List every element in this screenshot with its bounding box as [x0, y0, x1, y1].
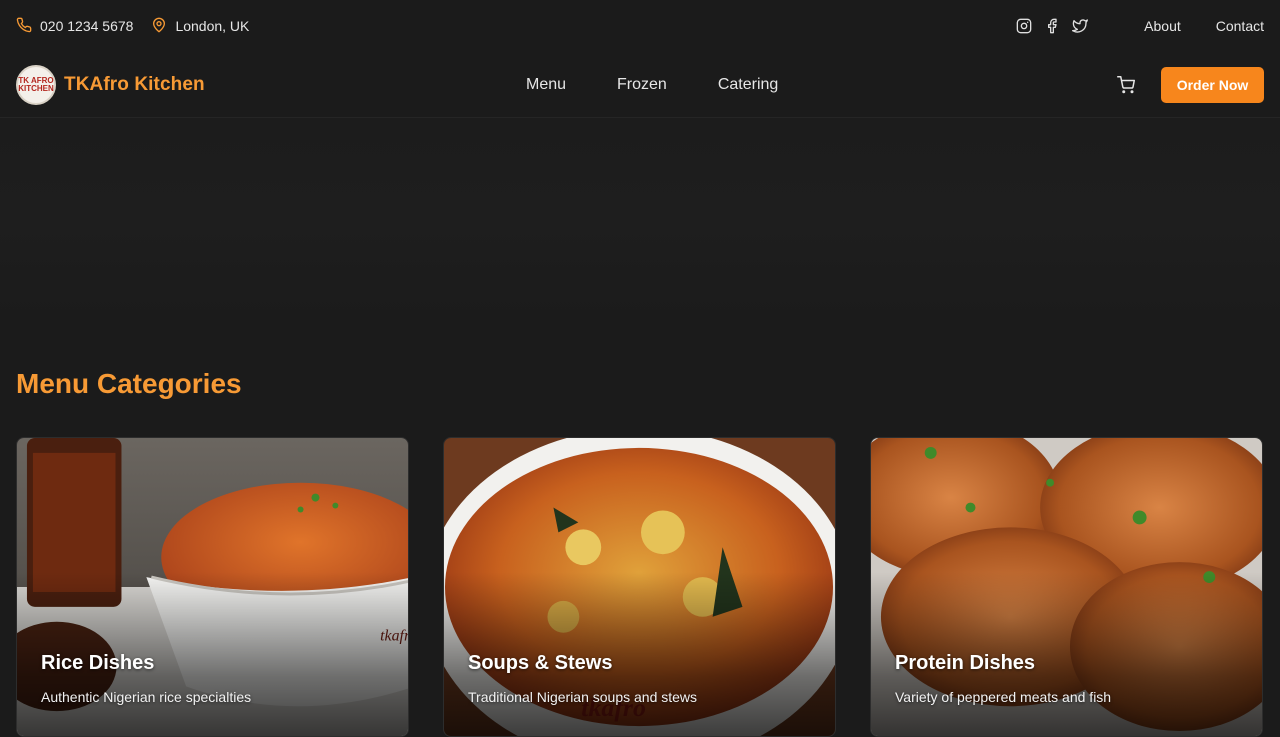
nav-item-frozen[interactable]: Frozen	[617, 76, 667, 94]
nav-item-catering[interactable]: Catering	[718, 76, 778, 94]
card-title: Soups & Stews	[468, 652, 613, 674]
brand[interactable]: TK AFRO KITCHEN TKAfro Kitchen	[16, 65, 205, 105]
topbar-right: About Contact	[1016, 18, 1264, 34]
main-navbar: TK AFRO KITCHEN TKAfro Kitchen Menu Froz…	[0, 52, 1280, 118]
order-now-button[interactable]: Order Now	[1161, 67, 1264, 103]
card-title: Protein Dishes	[895, 652, 1036, 674]
hero-banner	[0, 118, 1280, 318]
card-description: Traditional Nigerian soups and stews	[468, 689, 698, 705]
twitter-icon[interactable]	[1072, 18, 1089, 34]
main-nav: Menu Frozen Catering	[526, 52, 778, 118]
logo: TK AFRO KITCHEN	[16, 65, 56, 105]
contact-info: 020 1234 5678 London, UK	[16, 17, 249, 36]
logo-text: TK AFRO KITCHEN	[18, 76, 54, 93]
top-bar: 020 1234 5678 London, UK About Contact	[0, 0, 1280, 52]
phone-number: 020 1234 5678	[40, 18, 134, 34]
cart-icon[interactable]	[1117, 76, 1135, 94]
card-description: Variety of peppered meats and fish	[895, 689, 1112, 705]
category-card-soups[interactable]: tkafro Soups & Stews Traditional Nigeria…	[443, 437, 836, 737]
card-title: Rice Dishes	[41, 652, 155, 674]
nav-item-menu[interactable]: Menu	[526, 76, 566, 94]
social-links	[1016, 18, 1089, 34]
instagram-icon[interactable]	[1016, 18, 1032, 34]
category-card-rice[interactable]: tkafro Rice Dishes Authentic Nigerian ri…	[16, 437, 409, 737]
map-pin-icon	[151, 17, 167, 36]
card-description: Authentic Nigerian rice specialties	[41, 689, 252, 705]
brand-name: TKAfro Kitchen	[64, 74, 205, 95]
phone-contact[interactable]: 020 1234 5678	[16, 17, 133, 36]
facebook-icon[interactable]	[1044, 18, 1060, 34]
category-card-protein[interactable]: Protein Dishes Variety of peppered meats…	[870, 437, 1263, 737]
phone-icon	[16, 17, 32, 36]
section-title: Menu Categories	[16, 368, 242, 399]
location-contact: London, UK	[151, 17, 249, 36]
location-text: London, UK	[175, 18, 250, 34]
contact-link[interactable]: Contact	[1216, 18, 1264, 34]
about-link[interactable]: About	[1144, 18, 1181, 34]
